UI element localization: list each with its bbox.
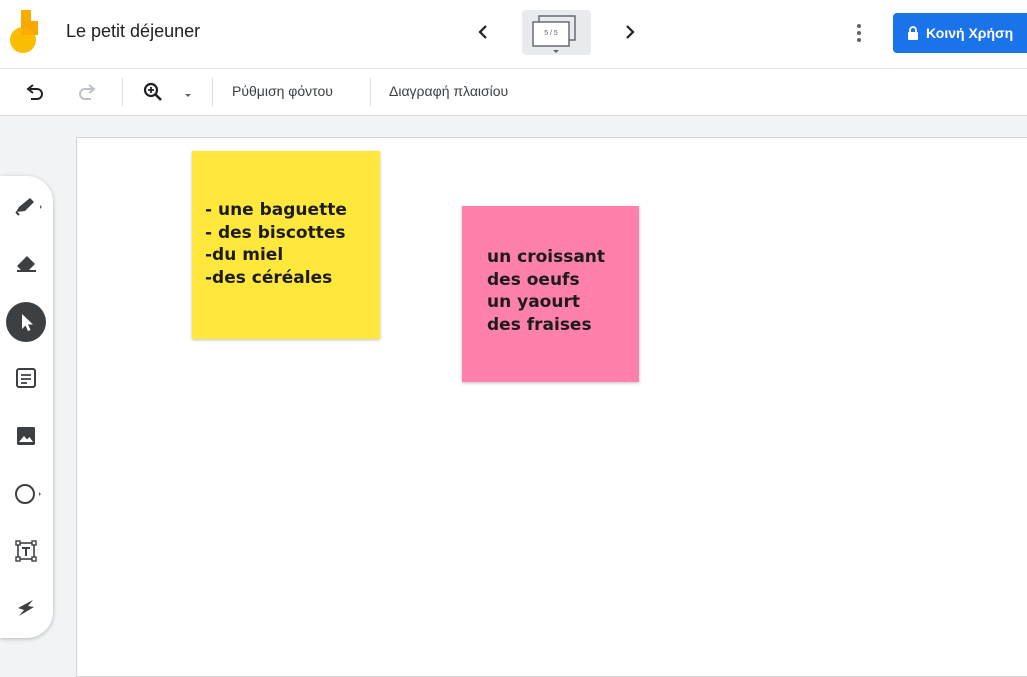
sticky-note-line: -du miel: [205, 245, 284, 265]
sticky-note-line: un croissant: [487, 247, 606, 267]
chevron-right-icon: [626, 25, 635, 39]
toolbar-divider: [122, 78, 123, 106]
sticky-note-line: un yaourt: [487, 292, 580, 312]
pen-icon: [15, 198, 42, 216]
image-tool[interactable]: [6, 416, 46, 456]
toolbar-divider: [370, 78, 371, 106]
sticky-note-line: des oeufs: [487, 269, 580, 290]
main-toolbar: Ρύθμιση φόντου Διαγραφή πλαισίου: [0, 68, 1027, 116]
jamboard-logo-icon: [9, 10, 39, 56]
eraser-tool[interactable]: [6, 243, 46, 283]
zoom-dropdown-button[interactable]: [182, 88, 194, 100]
laser-icon: [18, 600, 34, 616]
sticky-note-line: - une baguette: [205, 200, 347, 220]
eraser-icon: [17, 256, 36, 272]
sticky-note-line: des fraises: [487, 314, 592, 335]
next-frame-button[interactable]: [617, 18, 643, 46]
pen-tool[interactable]: [6, 186, 46, 226]
redo-icon: [79, 84, 96, 100]
zoom-icon: [143, 82, 162, 101]
sticky-note-icon: [16, 368, 36, 388]
shape-tool[interactable]: [6, 474, 46, 514]
select-icon: [6, 302, 46, 342]
toolbar-divider: [212, 78, 213, 106]
sticky-note[interactable]: un croissant des oeufs un yaourt des fra…: [462, 206, 639, 382]
frame-bar-toggle[interactable]: 5 / 5: [522, 10, 591, 55]
image-icon: [17, 427, 35, 445]
clear-frame-button[interactable]: Διαγραφή πλαισίου: [389, 83, 508, 99]
text-box-tool[interactable]: [6, 531, 46, 571]
chevron-left-icon: [478, 25, 487, 39]
lock-icon: [908, 26, 918, 40]
more-options-button[interactable]: [848, 18, 870, 48]
share-button[interactable]: Κοινή Χρήση: [893, 13, 1027, 53]
set-background-button[interactable]: Ρύθμιση φόντου: [232, 83, 333, 99]
share-label: Κοινή Χρήση: [926, 25, 1014, 41]
sticky-note[interactable]: - une baguette - des biscottes -du miel …: [192, 151, 380, 339]
document-title[interactable]: Le petit déjeuner: [66, 21, 200, 42]
tool-palette: [0, 176, 53, 638]
frame-counter: 5 / 5: [544, 30, 558, 37]
undo-button[interactable]: [22, 81, 46, 105]
zoom-button[interactable]: [141, 80, 165, 104]
whiteboard-canvas[interactable]: - une baguette - des biscottes -du miel …: [76, 137, 1027, 677]
sticky-note-tool[interactable]: [6, 358, 46, 398]
app-header: Le petit déjeuner 5 / 5 Κοινή Χρήση: [0, 0, 1027, 68]
sticky-note-line: - des biscottes: [205, 222, 346, 243]
circle-icon: [15, 484, 41, 504]
text-box-icon: [15, 540, 37, 562]
sticky-note-line: -des céréales: [205, 267, 333, 288]
dropdown-icon: [185, 94, 191, 97]
more-vert-icon: [857, 24, 861, 42]
redo-button[interactable]: [76, 81, 100, 105]
laser-tool[interactable]: [6, 588, 46, 628]
undo-icon: [26, 84, 43, 100]
previous-frame-button[interactable]: [470, 18, 496, 46]
select-tool[interactable]: [6, 302, 46, 342]
